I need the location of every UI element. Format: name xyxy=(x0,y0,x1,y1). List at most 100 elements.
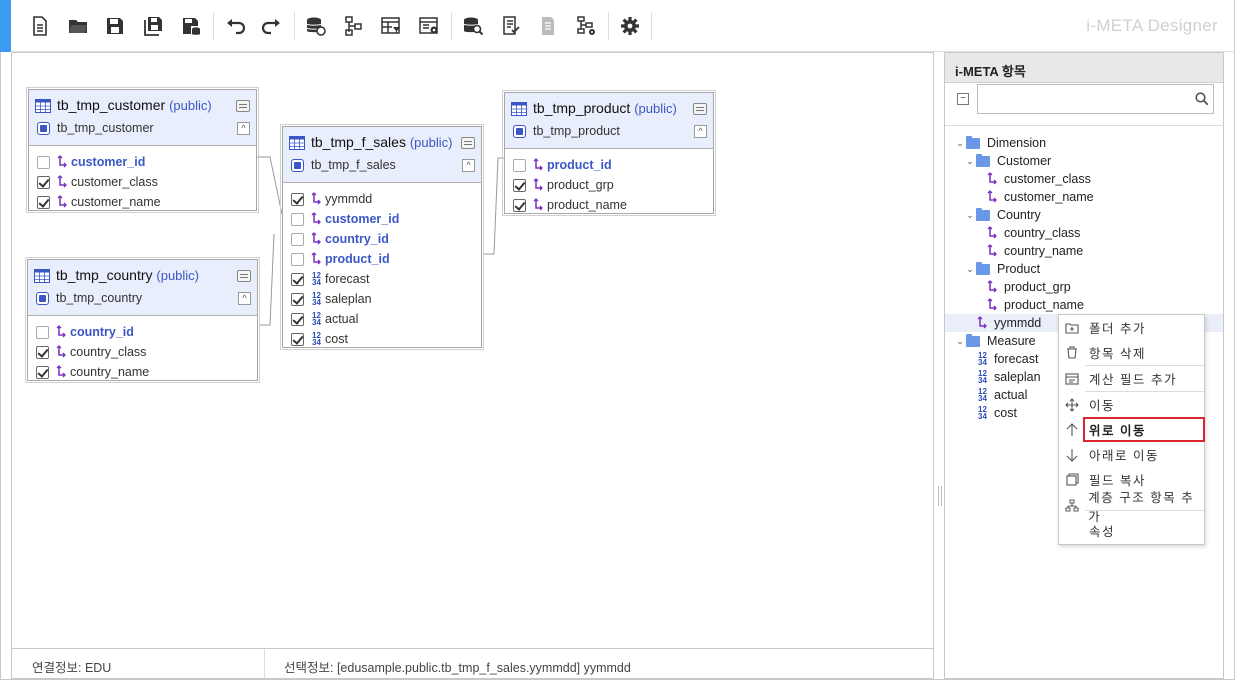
checklist-icon[interactable] xyxy=(497,12,525,40)
field-checkbox[interactable] xyxy=(291,272,304,286)
field-row[interactable]: customer_class xyxy=(29,172,256,192)
field-checkbox[interactable] xyxy=(291,332,304,346)
field-row[interactable]: customer_name xyxy=(29,192,256,212)
tree-folder[interactable]: ⌄ Product xyxy=(965,260,1040,278)
table-filter-icon[interactable] xyxy=(377,12,405,40)
field-row[interactable]: 12 34 actual xyxy=(283,309,481,329)
chevron-down-icon[interactable]: ⌄ xyxy=(965,264,975,275)
tree-item[interactable]: 12 34 cost xyxy=(965,404,1017,422)
menu-item[interactable]: 계산 필드 추가 xyxy=(1059,366,1204,391)
field-checkbox[interactable] xyxy=(36,325,49,339)
table-card-product[interactable]: tb_tmp_product (public) tb_tmp_product ^… xyxy=(502,90,716,216)
redo-icon[interactable] xyxy=(258,12,286,40)
save-db-icon[interactable] xyxy=(177,12,205,40)
chevron-down-icon[interactable]: ⌄ xyxy=(955,336,965,347)
tree-item[interactable]: country_class xyxy=(975,224,1080,242)
tree-folder[interactable]: ⌄ Customer xyxy=(965,152,1051,170)
table-menu-button[interactable] xyxy=(693,103,707,115)
field-row[interactable]: customer_id xyxy=(29,152,256,172)
menu-item[interactable]: 항목 삭제 xyxy=(1059,340,1204,365)
tree-item[interactable]: 12 34 forecast xyxy=(965,350,1038,368)
table-menu-button[interactable] xyxy=(461,137,475,149)
menu-item[interactable]: 위로 이동 xyxy=(1066,417,1205,442)
field-row[interactable]: country_class xyxy=(28,342,257,362)
collapse-button[interactable]: ^ xyxy=(694,125,707,138)
new-file-icon[interactable] xyxy=(26,12,54,40)
tree-settings-icon[interactable] xyxy=(572,12,600,40)
field-checkbox[interactable] xyxy=(291,192,304,206)
field-checkbox[interactable] xyxy=(36,345,49,359)
menu-item[interactable]: 이동 xyxy=(1059,392,1204,417)
chevron-down-icon[interactable]: ⌄ xyxy=(965,156,975,167)
field-row[interactable]: 12 34 forecast xyxy=(283,269,481,289)
undo-icon[interactable] xyxy=(221,12,249,40)
field-checkbox[interactable] xyxy=(513,198,526,212)
table-card-country[interactable]: tb_tmp_country (public) tb_tmp_country ^… xyxy=(25,257,260,383)
menu-item[interactable]: 속성 xyxy=(1059,518,1204,543)
field-row[interactable]: country_id xyxy=(28,322,257,342)
menu-item[interactable]: 계층 구조 항목 추가 xyxy=(1059,491,1204,524)
chevron-down-icon[interactable]: ⌄ xyxy=(965,210,975,221)
field-checkbox[interactable] xyxy=(37,175,50,189)
field-checkbox[interactable] xyxy=(513,178,526,192)
tree-item[interactable]: customer_name xyxy=(975,188,1094,206)
field-row[interactable]: yymmdd xyxy=(283,189,481,209)
field-checkbox[interactable] xyxy=(291,292,304,306)
collapse-button[interactable]: ^ xyxy=(462,159,475,172)
field-row[interactable]: product_id xyxy=(505,155,713,175)
tree-item[interactable]: country_name xyxy=(975,242,1083,260)
field-checkbox[interactable] xyxy=(36,365,49,379)
table-menu-button[interactable] xyxy=(236,100,250,112)
table-settings-icon[interactable] xyxy=(415,12,443,40)
field-row[interactable]: 12 34 cost xyxy=(283,329,481,349)
tree-folder[interactable]: ⌄ Dimension xyxy=(955,134,1046,152)
field-row[interactable]: customer_id xyxy=(283,209,481,229)
field-row[interactable]: product_id xyxy=(283,249,481,269)
tree-folder[interactable]: ⌄ Country xyxy=(965,206,1041,224)
save-icon[interactable] xyxy=(101,12,129,40)
tree-label: customer_class xyxy=(1004,172,1091,186)
measure-icon: 12 34 xyxy=(978,351,987,367)
tree-folder[interactable]: ⌄ Measure xyxy=(955,332,1036,350)
table-card-customer[interactable]: tb_tmp_customer (public) tb_tmp_customer… xyxy=(26,87,259,213)
tree-item[interactable]: 12 34 actual xyxy=(965,386,1027,404)
tree-item[interactable]: product_grp xyxy=(975,278,1071,296)
table-menu-button[interactable] xyxy=(237,270,251,282)
field-label: saleplan xyxy=(325,292,372,306)
collapse-button[interactable]: ^ xyxy=(237,122,250,135)
field-checkbox[interactable] xyxy=(291,252,304,266)
collapse-all-button[interactable]: − xyxy=(957,93,969,105)
panel-splitter[interactable] xyxy=(938,486,942,506)
search-icon[interactable] xyxy=(1195,92,1209,109)
tree-item[interactable]: product_name xyxy=(975,296,1084,314)
field-row[interactable]: product_grp xyxy=(505,175,713,195)
field-row[interactable]: 12 34 saleplan xyxy=(283,289,481,309)
menu-item[interactable]: 폴더 추가 xyxy=(1059,315,1204,340)
field-row[interactable]: country_name xyxy=(28,362,257,382)
menu-item[interactable]: 아래로 이동 xyxy=(1059,442,1204,467)
collapse-button[interactable]: ^ xyxy=(238,292,251,305)
field-row[interactable]: country_id xyxy=(283,229,481,249)
alias-icon xyxy=(513,124,526,138)
gear-icon[interactable] xyxy=(616,12,644,40)
field-checkbox[interactable] xyxy=(291,212,304,226)
db-search-icon[interactable] xyxy=(459,12,487,40)
table-card-f-sales[interactable]: tb_tmp_f_sales (public) tb_tmp_f_sales ^… xyxy=(280,124,484,350)
hierarchy-icon[interactable] xyxy=(340,12,368,40)
field-checkbox[interactable] xyxy=(291,232,304,246)
field-checkbox[interactable] xyxy=(37,195,50,209)
field-row[interactable]: product_name xyxy=(505,195,713,215)
field-checkbox[interactable] xyxy=(513,158,526,172)
chevron-down-icon[interactable]: ⌄ xyxy=(955,138,965,149)
save-all-icon[interactable] xyxy=(139,12,167,40)
tree-item[interactable]: customer_class xyxy=(975,170,1091,188)
field-label: country_class xyxy=(70,345,147,359)
toolbar: i-META Designer xyxy=(11,0,1234,52)
open-folder-icon[interactable] xyxy=(64,12,92,40)
field-checkbox[interactable] xyxy=(37,155,50,169)
field-checkbox[interactable] xyxy=(291,312,304,326)
db-connect-icon[interactable] xyxy=(302,12,330,40)
tree-item[interactable]: 12 34 saleplan xyxy=(965,368,1041,386)
document-icon[interactable] xyxy=(534,12,562,40)
search-input[interactable] xyxy=(977,84,1214,114)
